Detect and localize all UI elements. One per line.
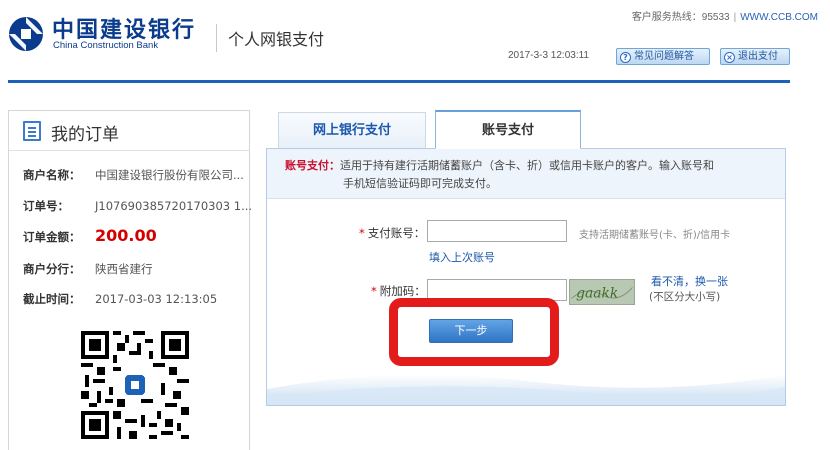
order-no-label: 订单号： xyxy=(23,199,69,213)
website-link[interactable]: WWW.CCB.COM xyxy=(740,12,818,23)
tab-online-banking[interactable]: 网上银行支付 xyxy=(278,112,426,148)
service-title: 个人网银支付 xyxy=(228,30,325,49)
question-icon: ? xyxy=(620,52,631,63)
qr-code[interactable] xyxy=(81,331,189,439)
captcha-label: 附加码： xyxy=(379,284,426,298)
branch-label: 商户分行： xyxy=(23,262,81,276)
current-datetime: 2017-3-3 12:03:11 xyxy=(508,50,589,61)
captcha-text: gaakk xyxy=(576,286,618,302)
order-list-icon xyxy=(23,121,41,141)
deadline-row: 截止时间： 2017-03-03 12:13:05 xyxy=(23,291,217,307)
captcha-label-row: * 附加码： xyxy=(371,284,426,298)
merchant-row: 商户名称： 中国建设银行股份有限公司... xyxy=(23,167,244,183)
description-line-1: 适用于持有建行活期储蓄账户（含卡、折）或信用卡账户的客户。输入账号和 xyxy=(340,159,714,172)
bank-name-en: China Construction Bank xyxy=(53,40,159,51)
ccb-logo-icon xyxy=(9,17,43,51)
amount-row: 订单金额： 200.00 xyxy=(23,226,157,245)
merchant-label: 商户名称： xyxy=(23,168,81,182)
header-divider xyxy=(216,24,217,52)
account-hint: 支持活期储蓄账号(卡、折)/信用卡 xyxy=(579,230,731,241)
case-insensitive-hint: (不区分大小写) xyxy=(649,291,721,303)
branch-row: 商户分行： 陕西省建行 xyxy=(23,261,153,277)
tab-account-payment[interactable]: 账号支付 xyxy=(435,110,581,149)
account-input[interactable] xyxy=(427,220,567,242)
description-label: 账号支付： xyxy=(285,159,340,172)
hotline-label: 客户服务热线：95533 xyxy=(631,12,730,23)
header-bar xyxy=(8,80,790,83)
account-label: 支付账号： xyxy=(367,226,426,240)
next-button-highlight xyxy=(389,298,559,366)
order-no-row: 订单号： J107690385720170303 1... xyxy=(23,198,252,214)
merchant-value: 中国建设银行股份有限公司... xyxy=(95,168,244,182)
amount-label: 订单金额： xyxy=(23,230,81,244)
order-no-value: J107690385720170303 1... xyxy=(95,199,253,213)
branch-value: 陕西省建行 xyxy=(95,262,153,276)
page-header: 中国建设银行 China Construction Bank 个人网银支付 客户… xyxy=(0,0,830,80)
fill-last-account-link[interactable]: 填入上次账号 xyxy=(429,249,495,265)
help-button[interactable]: ? 常见问题解答 xyxy=(616,48,710,65)
amount-value: 200.00 xyxy=(95,226,157,245)
captcha-image[interactable]: gaakk xyxy=(569,279,635,305)
order-panel-header: 我的订单 xyxy=(9,111,249,151)
payment-description: 账号支付：适用于持有建行活期储蓄账户（含卡、折）或信用卡账户的客户。输入账号和 … xyxy=(267,149,785,199)
account-payment-panel: 账号支付：适用于持有建行活期储蓄账户（含卡、折）或信用卡账户的客户。输入账号和 … xyxy=(266,148,786,406)
account-label-row: * 支付账号： xyxy=(359,226,426,240)
description-line-2: 手机短信验证码即可完成支付。 xyxy=(343,177,497,190)
order-panel: 我的订单 商户名称： 中国建设银行股份有限公司... 订单号： J107690385… xyxy=(8,110,252,450)
refresh-captcha-link[interactable]: 看不清，换一张 xyxy=(651,273,728,289)
deadline-label: 截止时间： xyxy=(23,292,81,306)
exit-button-label: 退出支付 xyxy=(738,51,778,62)
exit-payment-button[interactable]: × 退出支付 xyxy=(720,48,790,65)
hotline: 客户服务热线：95533 | WWW.CCB.COM xyxy=(631,12,818,23)
close-icon: × xyxy=(724,52,735,63)
help-button-label: 常见问题解答 xyxy=(634,51,694,62)
deadline-value: 2017-03-03 12:13:05 xyxy=(95,292,218,306)
order-panel-title: 我的订单 xyxy=(51,125,119,145)
